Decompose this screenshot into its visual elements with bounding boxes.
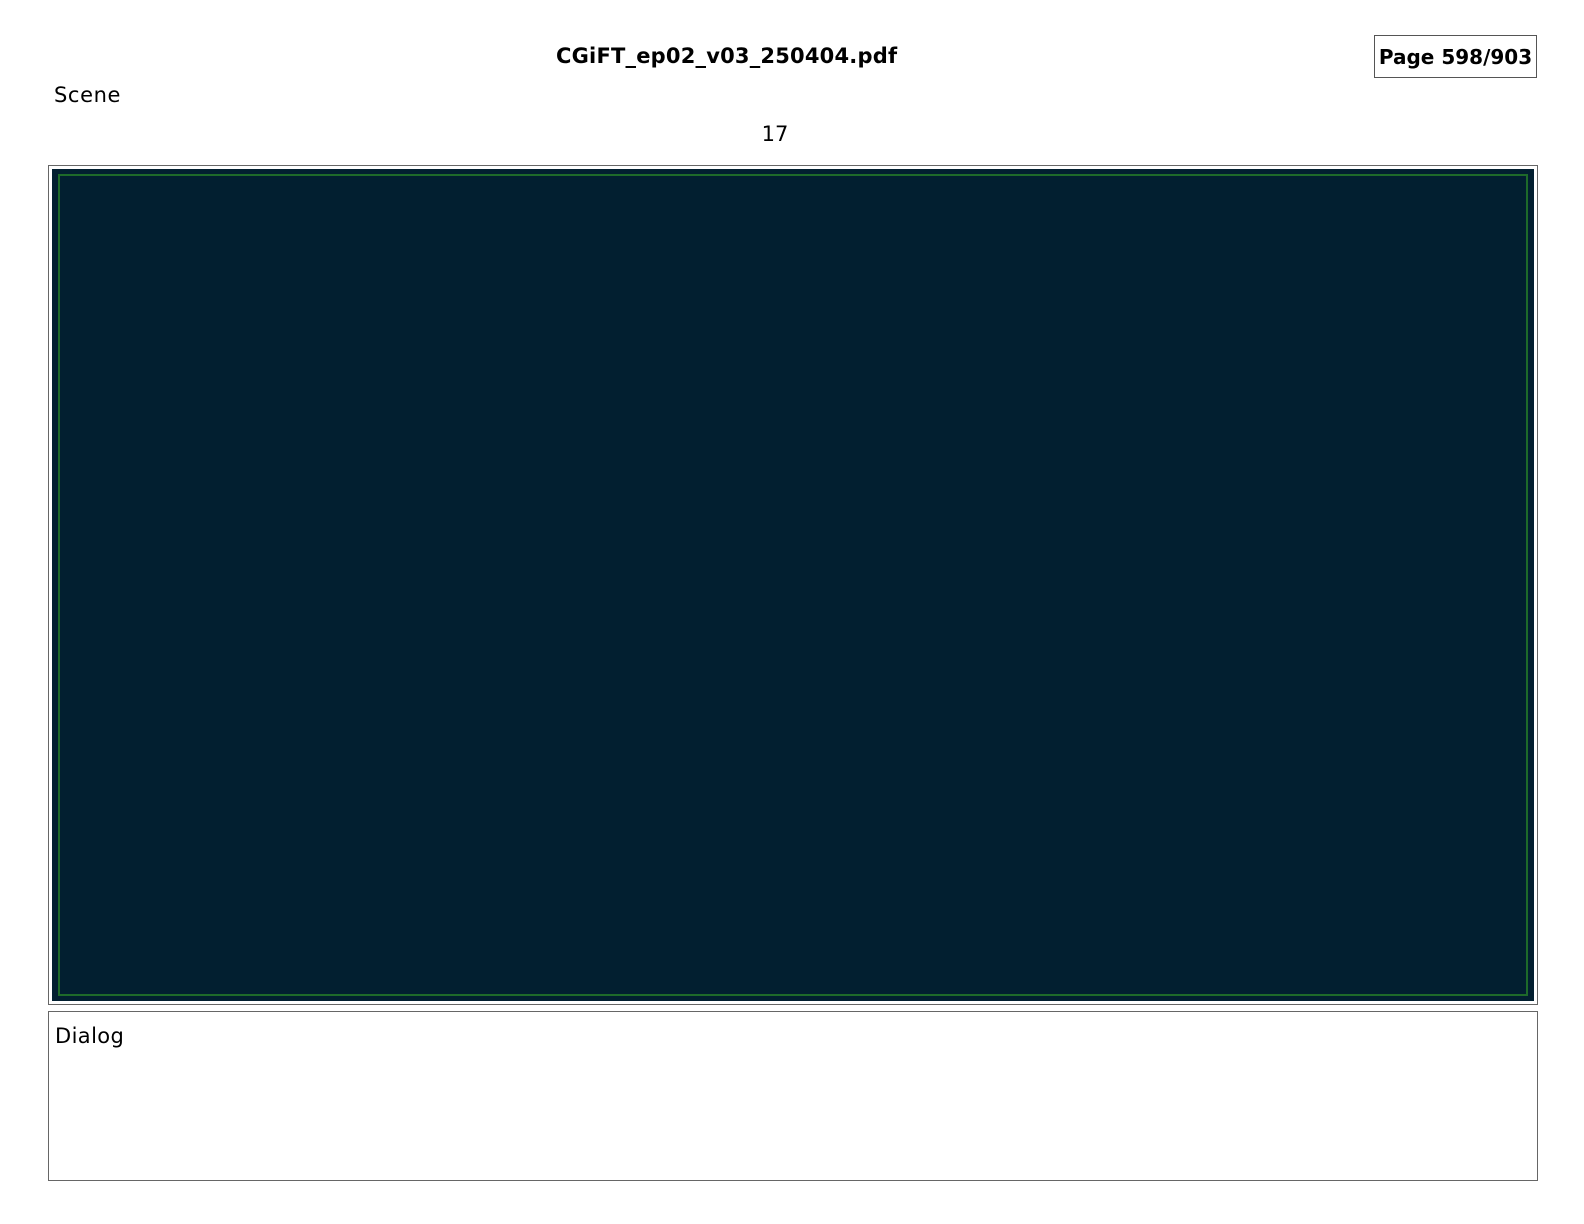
storyboard-panel [48, 165, 1538, 1005]
dialog-label: Dialog [55, 1024, 125, 1048]
document-title: CGiFT_ep02_v03_250404.pdf [556, 44, 898, 68]
safe-area-guide [58, 174, 1528, 996]
panel-image [52, 169, 1534, 1001]
scene-number: 17 [761, 122, 789, 146]
page-indicator-text: Page 598/903 [1378, 44, 1533, 69]
page-indicator: Page 598/903 [1374, 35, 1537, 78]
scene-label: Scene [54, 83, 122, 107]
dialog-box: Dialog [48, 1011, 1538, 1181]
